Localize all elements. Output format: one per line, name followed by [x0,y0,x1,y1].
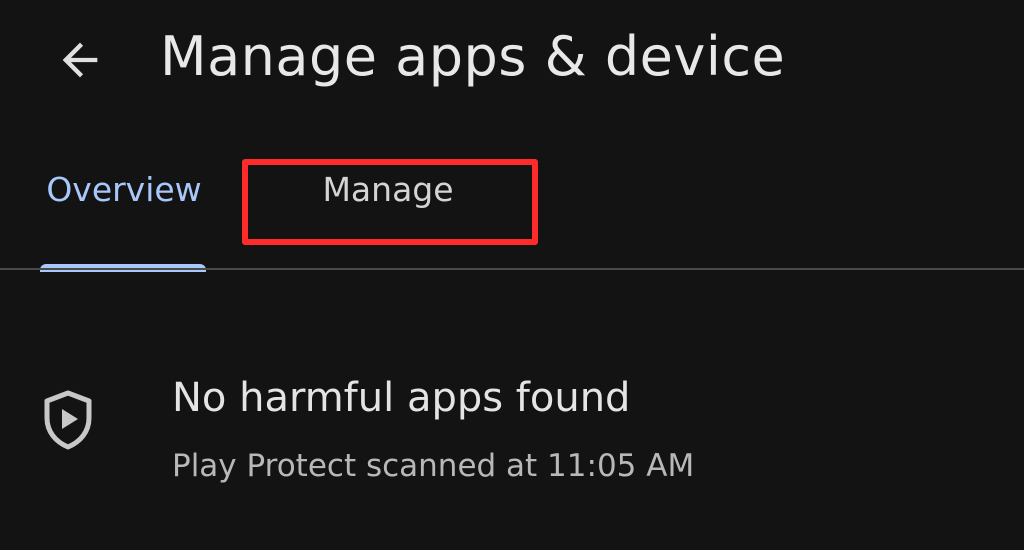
arrow-back-icon [62,42,98,78]
app-bar: Manage apps & device [0,0,1024,130]
tab-overview-label: Overview [46,170,202,209]
tab-overview[interactable]: Overview [20,150,228,270]
tab-manage-label: Manage [322,170,454,209]
page-title: Manage apps & device [160,25,786,88]
protect-scan-time: Play Protect scanned at 11:05 AM [172,448,695,484]
protect-status-title: No harmful apps found [172,375,631,421]
tab-manage[interactable]: Manage [248,150,516,270]
tab-bar: Overview Manage [0,150,1024,272]
play-protect-status-row[interactable]: No harmful apps found Play Protect scann… [0,360,1024,500]
play-protect-shield-icon [40,388,96,452]
tabs-divider [0,268,1024,270]
back-button[interactable] [44,24,116,96]
